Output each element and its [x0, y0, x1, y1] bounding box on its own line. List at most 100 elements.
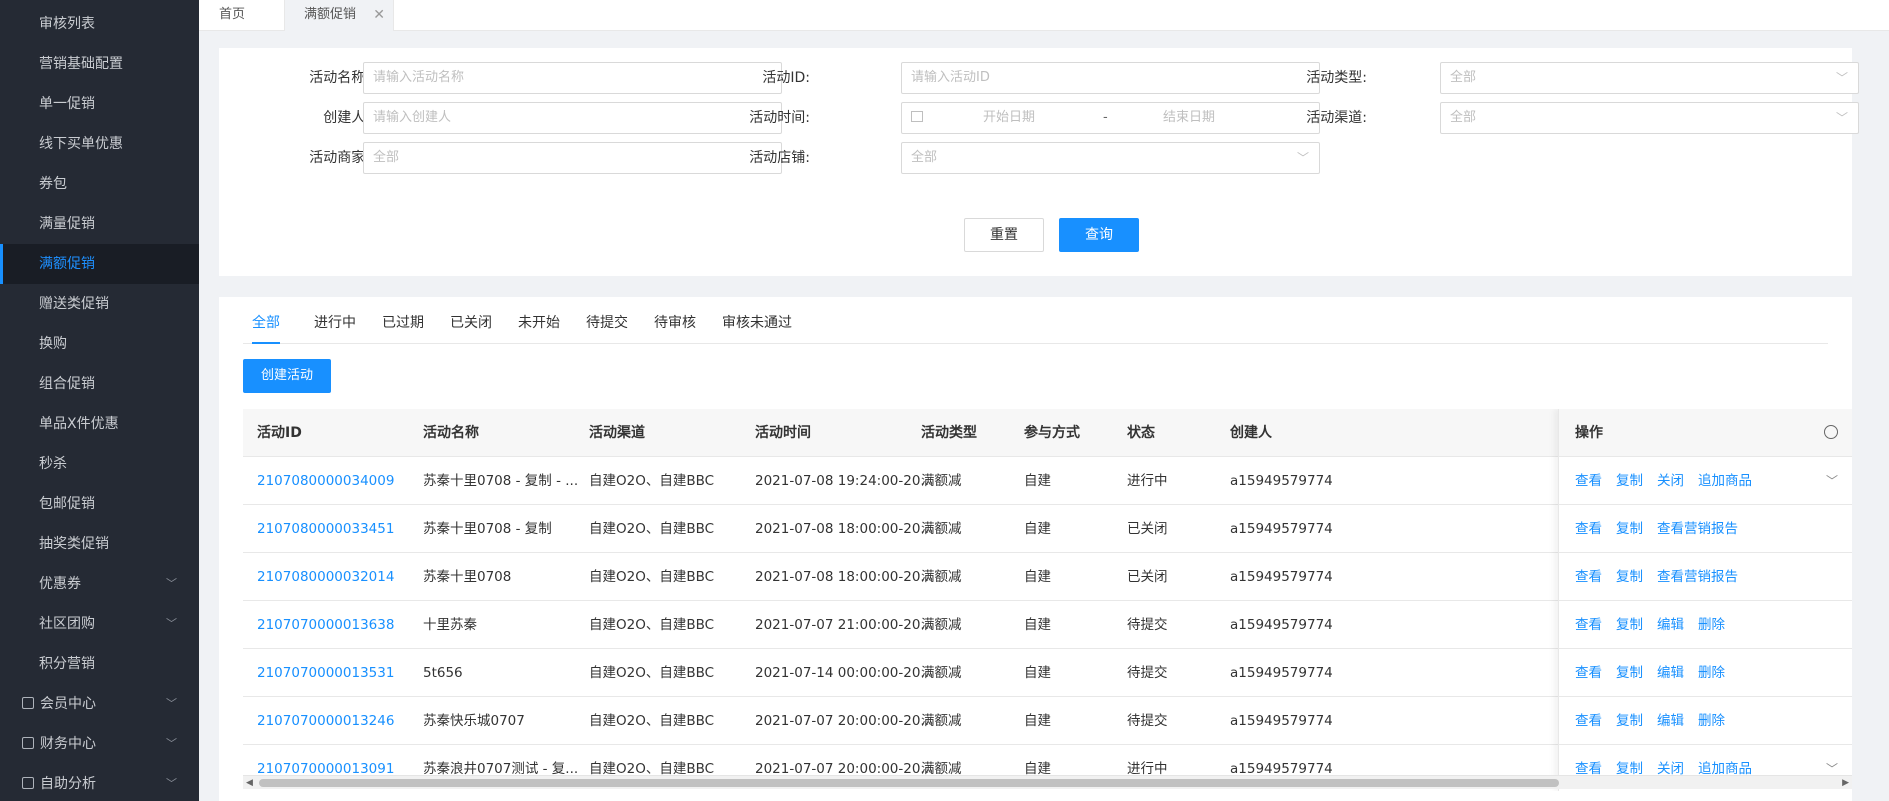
sidebar-item[interactable]: 赠送类促销	[0, 284, 199, 324]
status-tabs: 全部 进行中 已过期 已关闭 未开始 待提交 待审核 审核未通过	[243, 308, 1828, 344]
tab-current[interactable]: 满额促销 ✕	[284, 0, 394, 31]
sidebar-item[interactable]: 积分营销	[0, 644, 199, 684]
operation-link[interactable]: 编辑	[1657, 617, 1684, 633]
operation-link[interactable]: 删除	[1698, 713, 1725, 729]
channel-cell: 自建O2O、自建BBC	[589, 521, 715, 537]
creator-cell: a15949579774	[1230, 665, 1333, 681]
activity-name-cell: 苏秦十里0708 - 复制 - ...	[423, 473, 579, 489]
status-tab[interactable]: 已过期	[382, 308, 424, 344]
type-cell: 满额减	[921, 665, 962, 681]
sidebar-item[interactable]: 单品X件优惠	[0, 404, 199, 444]
activity-id-cell[interactable]: 2107080000034009	[257, 457, 394, 505]
sidebar-item-label: 优惠券	[39, 576, 81, 592]
activity-id-cell[interactable]: 2107070000013531	[257, 649, 394, 697]
operation-link[interactable]: 复制	[1616, 569, 1643, 585]
scrollbar-thumb[interactable]	[259, 779, 1559, 787]
activity-store-select[interactable]: 全部 ﹀	[901, 142, 1320, 174]
operation-link[interactable]: 编辑	[1657, 713, 1684, 729]
type-cell: 满额减	[921, 569, 962, 585]
scroll-left-icon[interactable]: ◀	[246, 776, 253, 790]
creator-cell: a15949579774	[1230, 713, 1333, 729]
creator-cell: a15949579774	[1230, 617, 1333, 633]
chevron-down-icon: ﹀	[166, 697, 177, 710]
sidebar-group[interactable]: 会员中心 ﹀	[0, 684, 199, 724]
operation-link[interactable]: 查看	[1575, 713, 1602, 729]
time-cell: 2021-07-08 18:00:00-20...	[755, 521, 934, 537]
module-icon	[22, 697, 34, 709]
activity-type-select[interactable]: 全部 ﹀	[1440, 62, 1859, 94]
module-icon	[22, 737, 34, 749]
status-tab[interactable]: 全部	[252, 308, 280, 344]
sidebar-item[interactable]: 审核列表	[0, 4, 199, 44]
end-date-input[interactable]: 结束日期	[1163, 110, 1215, 125]
operation-link[interactable]: 查看	[1575, 569, 1602, 585]
activity-channel-select[interactable]: 全部 ﹀	[1440, 102, 1859, 134]
horizontal-scrollbar[interactable]: ◀ ▶	[243, 775, 1852, 789]
operation-link[interactable]: 复制	[1616, 665, 1643, 681]
sidebar-group[interactable]: 自助分析 ﹀	[0, 764, 199, 801]
start-date-input[interactable]: 开始日期	[983, 103, 1103, 133]
operation-link[interactable]: 查看营销报告	[1657, 569, 1738, 585]
status-tab[interactable]: 未开始	[518, 308, 560, 344]
chevron-down-icon: ﹀	[166, 577, 177, 590]
operation-link[interactable]: 复制	[1616, 713, 1643, 729]
sidebar-item[interactable]: 抽奖类促销	[0, 524, 199, 564]
operation-link[interactable]: 追加商品	[1698, 473, 1752, 489]
chevron-down-icon[interactable]: ﹀	[1826, 457, 1838, 505]
sidebar-item[interactable]: 换购	[0, 324, 199, 364]
operation-link[interactable]: 查看	[1575, 473, 1602, 489]
sidebar-item[interactable]: 单一促销	[0, 84, 199, 124]
operations-row: 查看 复制 查看营销报告	[1559, 505, 1852, 553]
status-tab[interactable]: 待审核	[654, 308, 696, 344]
gear-icon[interactable]	[1824, 425, 1838, 439]
operation-link[interactable]: 删除	[1698, 617, 1725, 633]
sidebar-group[interactable]: 财务中心 ﹀	[0, 724, 199, 764]
operation-link[interactable]: 复制	[1616, 617, 1643, 633]
create-activity-button[interactable]: 创建活动	[243, 359, 331, 393]
sidebar-item[interactable]: 满量促销	[0, 204, 199, 244]
operation-link[interactable]: 查看	[1575, 521, 1602, 537]
sidebar-item[interactable]: 包邮促销	[0, 484, 199, 524]
status-tab[interactable]: 进行中	[314, 308, 356, 344]
operation-link[interactable]: 查看营销报告	[1657, 521, 1738, 537]
operation-link[interactable]: 复制	[1616, 473, 1643, 489]
activity-id-cell[interactable]: 2107070000013246	[257, 697, 394, 745]
activity-id-cell[interactable]: 2107070000013638	[257, 601, 394, 649]
operation-link[interactable]: 编辑	[1657, 665, 1684, 681]
query-button[interactable]: 查询	[1059, 218, 1139, 252]
operation-link[interactable]: 查看	[1575, 665, 1602, 681]
reset-button[interactable]: 重置	[964, 218, 1044, 252]
sidebar-item[interactable]: 秒杀	[0, 444, 199, 484]
sidebar-item[interactable]: 组合促销	[0, 364, 199, 404]
status-tab[interactable]: 已关闭	[450, 308, 492, 344]
chevron-down-icon: ﹀	[1835, 71, 1848, 85]
sidebar-item[interactable]: 券包	[0, 164, 199, 204]
operations-row: 查看 复制 编辑 删除	[1559, 649, 1852, 697]
operation-link[interactable]: 复制	[1616, 521, 1643, 537]
sidebar-item-label: 单一促销	[39, 96, 95, 112]
operation-link[interactable]: 查看	[1575, 617, 1602, 633]
time-cell: 2021-07-08 19:24:00-20...	[755, 473, 934, 489]
sidebar-item-label: 赠送类促销	[39, 296, 109, 312]
sidebar-item[interactable]: 优惠券 ﹀	[0, 564, 199, 604]
sidebar-item[interactable]: 社区团购 ﹀	[0, 604, 199, 644]
activity-id-cell[interactable]: 2107080000033451	[257, 505, 394, 553]
time-cell: 2021-07-08 18:00:00-20...	[755, 569, 934, 585]
operation-link[interactable]: 删除	[1698, 665, 1725, 681]
activity-id-label: 活动ID:	[762, 70, 810, 86]
close-icon[interactable]: ✕	[373, 0, 385, 30]
sidebar-item[interactable]: 营销基础配置	[0, 44, 199, 84]
channel-cell: 自建O2O、自建BBC	[589, 713, 715, 729]
activity-id-cell[interactable]: 2107080000032014	[257, 553, 394, 601]
status-tab[interactable]: 审核未通过	[722, 308, 792, 344]
scroll-right-icon[interactable]: ▶	[1842, 776, 1849, 790]
channel-cell: 自建O2O、自建BBC	[589, 569, 715, 585]
sidebar-item[interactable]: 线下买单优惠	[0, 124, 199, 164]
tab-home[interactable]: 首页	[219, 0, 245, 31]
operation-link[interactable]: 关闭	[1657, 473, 1684, 489]
column-header: 创建人	[1230, 425, 1272, 441]
sidebar-item[interactable]: 满额促销	[0, 244, 199, 284]
type-cell: 满额减	[921, 473, 962, 489]
mode-cell: 自建	[1024, 713, 1051, 729]
status-tab[interactable]: 待提交	[586, 308, 628, 344]
